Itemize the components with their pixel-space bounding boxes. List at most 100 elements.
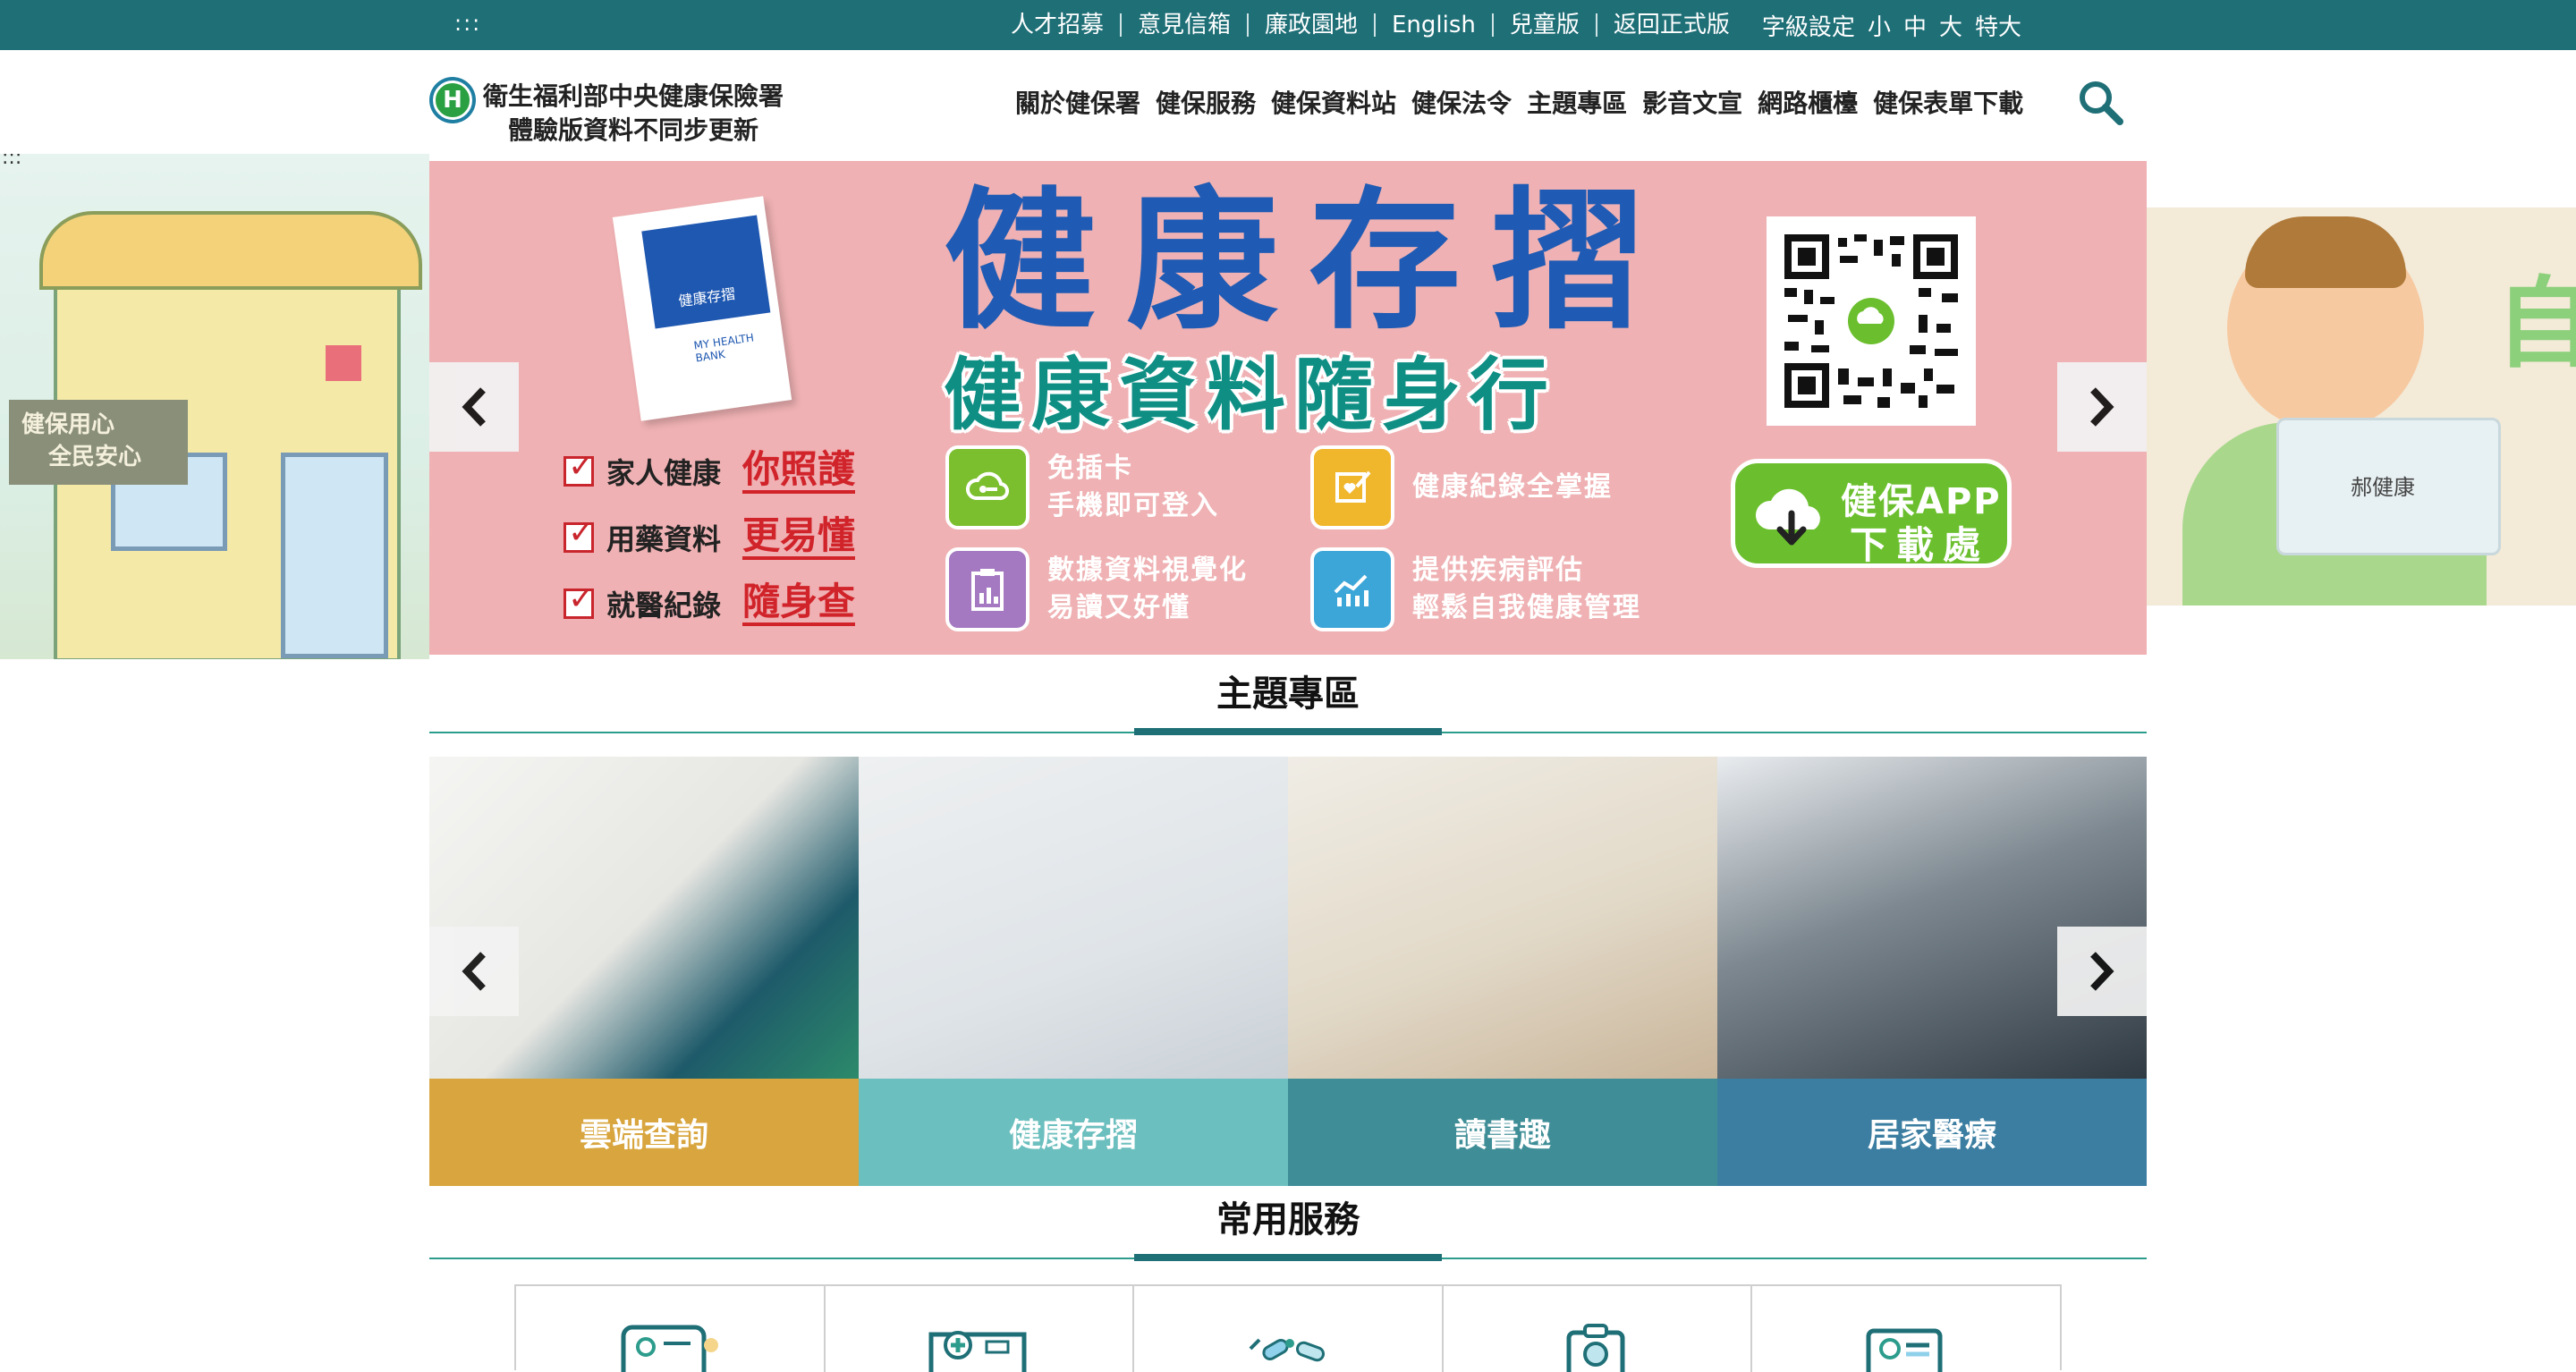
org-name[interactable]: 衛生福利部中央健康保險署: [483, 77, 784, 113]
checkbox-icon: [564, 514, 595, 553]
chevron-left-icon: [462, 952, 486, 991]
carousel-peek-left: ::: 健保用心 全民安心: [0, 154, 429, 659]
banner-prev-button[interactable]: [429, 362, 519, 452]
nav-services[interactable]: 健保服務: [1156, 84, 1256, 120]
nhi-card-illustration: 郝健康: [2276, 418, 2501, 555]
tile-caption: 健康存摺: [859, 1079, 1288, 1186]
link-return-official[interactable]: 返回正式版: [1597, 13, 1746, 37]
feature-line-2: 輕鬆自我健康管理: [1412, 592, 1641, 623]
feature-line-1: 免插卡: [1047, 453, 1133, 484]
peek-large-character: 自: [2496, 267, 2576, 381]
org-subtitle: 體驗版資料不同步更新: [508, 115, 759, 145]
link-english[interactable]: English: [1376, 13, 1494, 37]
service-tile[interactable]: [826, 1286, 1135, 1372]
checklist-highlight: 隨身查: [742, 581, 856, 626]
topics-prev-button[interactable]: [429, 927, 519, 1016]
main-nav: 關於健保署 健保服務 健保資料站 健保法令 主題專區 影音文宣 網路櫃檯 健保表…: [1015, 84, 2038, 120]
nav-topics[interactable]: 主題專區: [1527, 84, 1627, 120]
top-utility-bar: ::: 人才招募 意見信箱 廉政園地 English 兒童版 返回正式版 字級設…: [0, 0, 2576, 50]
topic-tile-health-bank[interactable]: 健康存摺: [859, 757, 1288, 1186]
booklet-english: MY HEALTH BANK: [692, 331, 755, 365]
topics-section-title: 主題專區: [429, 669, 2147, 742]
top-links: 人才招募 意見信箱 廉政園地 English 兒童版 返回正式版 字級設定 小 …: [995, 0, 2021, 50]
checklist-highlight: 更易懂: [742, 515, 856, 560]
doctor-tablet-image: [429, 757, 859, 1079]
slogan-line-2: 全民安心: [48, 444, 142, 470]
topics-next-button[interactable]: [2057, 927, 2147, 1016]
common-services: [514, 1284, 2062, 1372]
nav-regulations[interactable]: 健保法令: [1411, 84, 1512, 120]
clipboard-doctor-icon: [1566, 1324, 1625, 1372]
accesskey-marker-2[interactable]: :::: [2, 154, 21, 169]
service-tile[interactable]: [1752, 1286, 2060, 1372]
checklist-item: 用藥資料 更易懂: [564, 504, 856, 571]
checklist-highlight: 你照護: [742, 449, 856, 494]
banner-next-button[interactable]: [2057, 362, 2147, 452]
font-setting-label: 字級設定: [1761, 13, 1855, 41]
topic-tile-reading[interactable]: 讀書趣: [1288, 757, 1717, 1186]
services-section-title: 常用服務: [429, 1195, 2147, 1268]
font-size-extra-large[interactable]: 特大: [1975, 9, 2021, 42]
hospital-card-icon: [928, 1331, 1027, 1372]
nhi-logo[interactable]: H: [429, 77, 476, 123]
link-recruitment[interactable]: 人才招募: [995, 13, 1122, 37]
feature-records: 健康紀錄全掌握: [1310, 445, 1613, 529]
font-size-small[interactable]: 小: [1868, 9, 1891, 42]
font-size-large[interactable]: 大: [1939, 9, 1962, 42]
checklist-item: 就醫紀錄 隨身查: [564, 571, 856, 637]
feature-no-card-login: 免插卡 手機即可登入: [945, 445, 1219, 529]
slogan-sign: 健保用心 全民安心: [9, 400, 188, 485]
link-kids-version[interactable]: 兒童版: [1494, 13, 1597, 37]
nav-about[interactable]: 關於健保署: [1015, 84, 1140, 120]
tile-caption: 雲端查詢: [429, 1079, 859, 1186]
link-feedback-mailbox[interactable]: 意見信箱: [1122, 13, 1249, 37]
download-line-2: 下載處: [1850, 523, 1990, 567]
topics-title: 主題專區: [1216, 673, 1360, 715]
health-bank-booklet: 健康存摺 MY HEALTH BANK: [612, 196, 792, 421]
health-card-icon: [1866, 1328, 1943, 1372]
nav-data-station[interactable]: 健保資料站: [1271, 84, 1396, 120]
font-size-medium[interactable]: 中: [1903, 9, 1927, 42]
feature-line-2: 易讀又好懂: [1047, 592, 1191, 623]
medicine-icon: [1249, 1338, 1326, 1362]
banner-subheadline: 健康資料隨身行: [944, 349, 1558, 441]
hero-banner[interactable]: 健康存摺 MY HEALTH BANK 健康存摺 健康資料隨身行 家人健康 你照…: [429, 161, 2147, 655]
nav-forms-download[interactable]: 健保表單下載: [1873, 84, 2023, 120]
nav-online-counter[interactable]: 網路櫃檯: [1758, 84, 1858, 120]
feature-line-1: 健康紀錄全掌握: [1412, 471, 1613, 503]
feature-line-1: 數據資料視覺化: [1047, 555, 1248, 586]
topic-tiles: 雲端查詢 健康存摺 讀書趣 居家醫療: [429, 757, 2147, 1186]
service-tile[interactable]: [516, 1286, 826, 1372]
app-download-button[interactable]: 健保APP 下載處: [1731, 459, 2012, 568]
service-tile[interactable]: [1444, 1286, 1753, 1372]
banner-headline: 健康存摺: [944, 174, 1674, 351]
search-icon[interactable]: [2075, 77, 2125, 127]
id-card-icon: [621, 1325, 718, 1372]
clipboard-chart-icon: [945, 547, 1030, 631]
link-integrity[interactable]: 廉政園地: [1249, 13, 1376, 37]
benefit-checklist: 家人健康 你照護 用藥資料 更易懂 就醫紀錄 隨身查: [564, 438, 856, 637]
blood-pressure-image: [1717, 757, 2147, 1079]
nav-media[interactable]: 影音文宣: [1642, 84, 1742, 120]
tile-caption: 讀書趣: [1288, 1079, 1717, 1186]
trend-chart-icon: [1310, 547, 1394, 631]
font-size-setting: 字級設定 小 中 大 特大: [1746, 9, 2021, 42]
qr-code[interactable]: [1767, 216, 1976, 426]
checklist-item: 家人健康 你照護: [564, 438, 856, 504]
checkbox-icon: [564, 448, 595, 487]
tile-caption: 居家醫療: [1717, 1079, 2147, 1186]
accesskey-marker[interactable]: :::: [454, 11, 481, 36]
checklist-label: 家人健康: [606, 456, 722, 490]
chevron-right-icon: [2090, 387, 2114, 427]
chevron-right-icon: [2090, 952, 2114, 991]
service-tile[interactable]: [1134, 1286, 1444, 1372]
key-cloud-icon: [945, 445, 1030, 529]
cloud-download-icon: [1755, 488, 1820, 546]
heart-edit-icon: [1310, 445, 1394, 529]
slogan-line-1: 健保用心: [21, 411, 115, 438]
carousel-peek-right: 郝健康 自: [2147, 207, 2576, 606]
feature-line-2: 手機即可登入: [1047, 490, 1219, 521]
checkbox-icon: [564, 580, 595, 619]
red-cross-icon: [326, 345, 361, 381]
ledger-pen-image: [859, 757, 1288, 1079]
